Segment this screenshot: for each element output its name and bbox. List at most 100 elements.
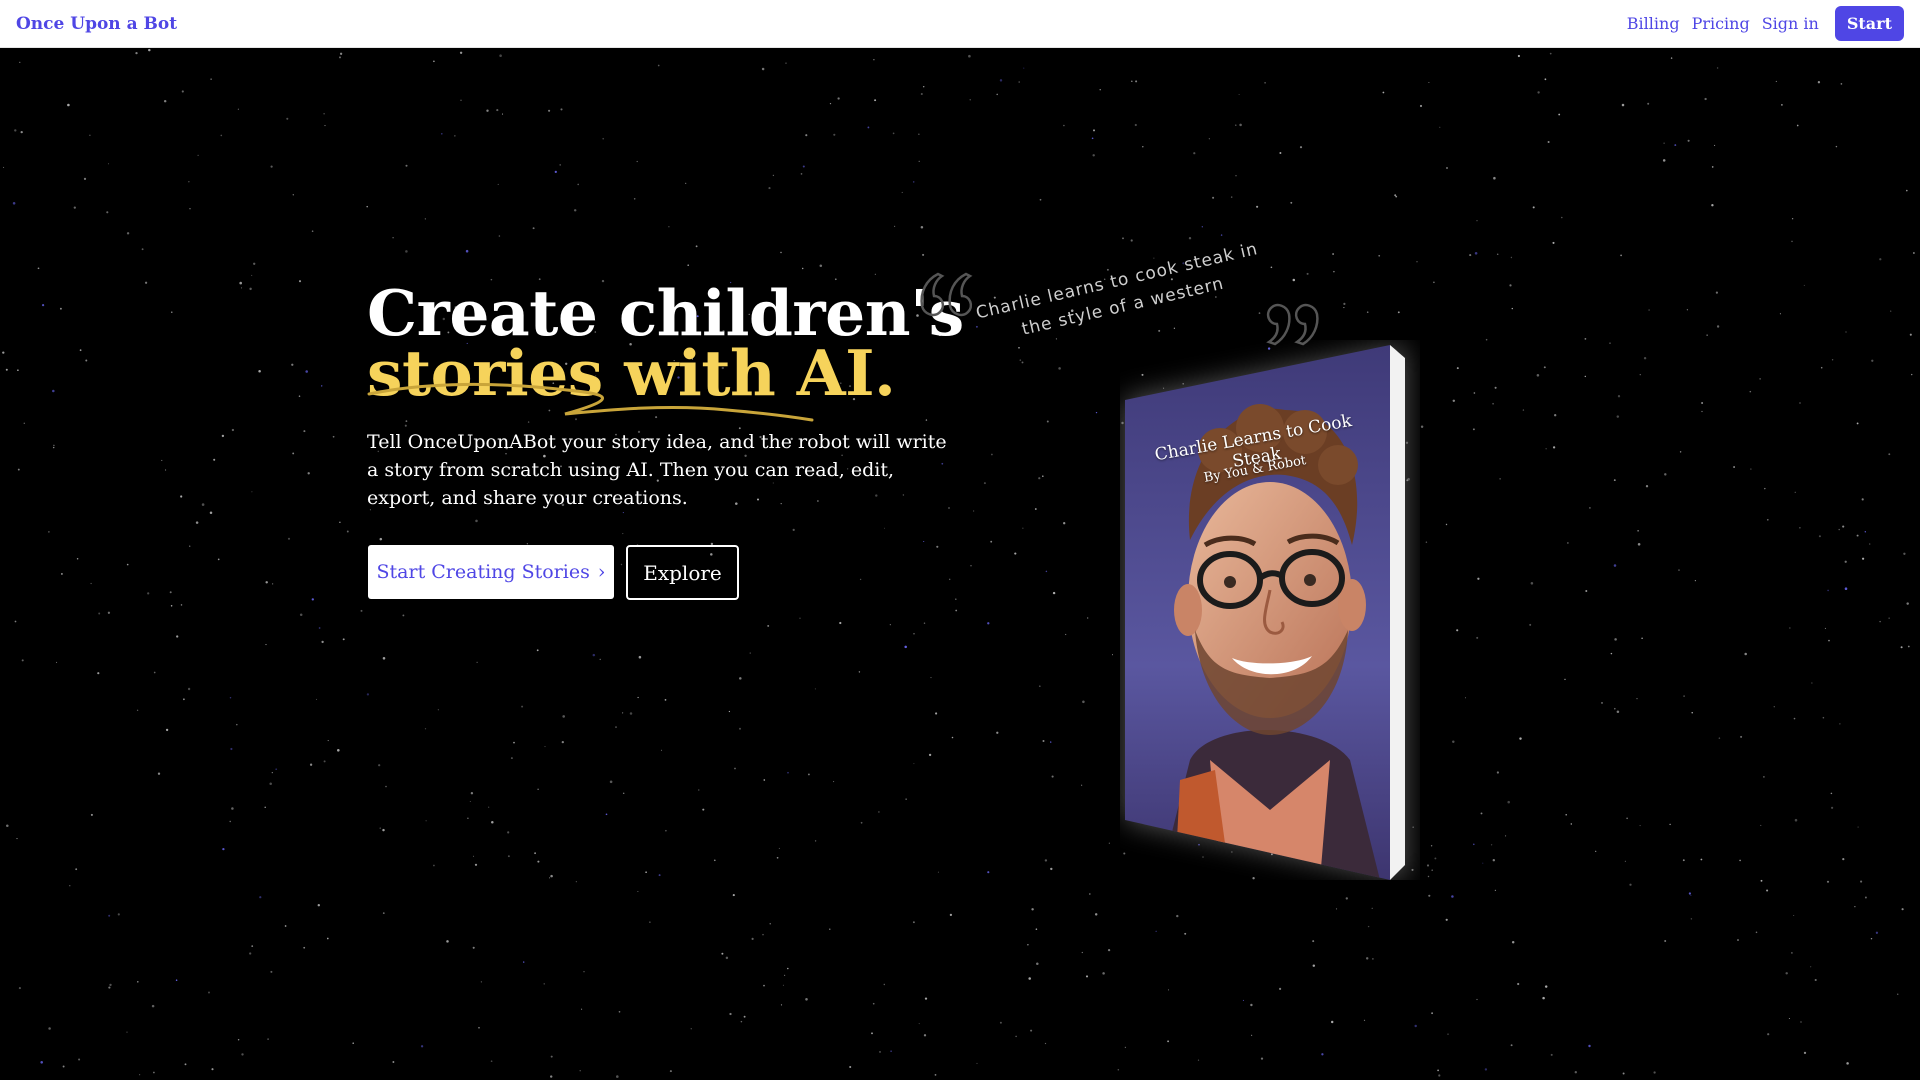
star xyxy=(1473,843,1475,846)
star xyxy=(1842,525,1845,528)
star xyxy=(1477,577,1480,580)
star xyxy=(1087,617,1089,619)
star xyxy=(1117,1068,1120,1071)
star xyxy=(3,166,5,168)
star xyxy=(298,280,302,283)
star xyxy=(645,871,647,874)
star xyxy=(1366,311,1369,314)
star xyxy=(924,997,928,1000)
star xyxy=(1824,627,1826,629)
star xyxy=(311,230,314,232)
star xyxy=(1469,254,1472,257)
star xyxy=(740,1020,743,1023)
nav-link-pricing[interactable]: Pricing xyxy=(1692,14,1750,33)
star xyxy=(201,503,205,506)
star xyxy=(575,881,577,883)
star xyxy=(1637,543,1641,546)
nav-link-billing[interactable]: Billing xyxy=(1627,14,1680,33)
star xyxy=(1333,270,1335,273)
star xyxy=(874,99,877,102)
star xyxy=(1042,475,1044,477)
star xyxy=(996,93,998,96)
star xyxy=(913,763,915,765)
star xyxy=(893,225,896,228)
star xyxy=(126,1031,128,1033)
star xyxy=(1522,409,1525,411)
star xyxy=(615,726,617,728)
top-navbar: Once Upon a Bot Billing Pricing Sign in … xyxy=(0,0,1920,48)
star xyxy=(1022,527,1024,529)
star xyxy=(1793,717,1796,720)
star xyxy=(69,885,71,887)
star xyxy=(814,688,816,690)
explore-button[interactable]: Explore xyxy=(626,545,739,600)
star xyxy=(599,658,601,661)
star xyxy=(1167,1040,1170,1043)
star xyxy=(475,519,478,523)
explore-label: Explore xyxy=(643,560,722,585)
star xyxy=(21,659,24,662)
brand-logo-link[interactable]: Once Upon a Bot xyxy=(16,14,177,34)
star xyxy=(382,828,385,832)
star xyxy=(1704,97,1707,101)
star xyxy=(6,824,9,827)
star xyxy=(1030,1029,1033,1032)
star xyxy=(1714,144,1716,146)
star xyxy=(1093,129,1095,132)
star xyxy=(1589,507,1591,509)
example-book[interactable] xyxy=(1120,340,1420,880)
star xyxy=(1496,253,1499,256)
star xyxy=(1058,367,1061,370)
nav-start-button[interactable]: Start xyxy=(1834,6,1904,41)
star xyxy=(562,715,565,718)
star xyxy=(1544,985,1548,988)
star xyxy=(778,847,780,849)
star xyxy=(108,914,111,917)
star xyxy=(849,1065,852,1069)
star xyxy=(287,537,291,540)
star xyxy=(339,52,343,55)
star xyxy=(749,652,751,654)
star xyxy=(107,611,111,614)
star xyxy=(1464,697,1467,699)
star xyxy=(970,564,972,567)
star xyxy=(1431,1012,1433,1015)
star xyxy=(1888,453,1891,456)
star xyxy=(1517,54,1520,58)
star xyxy=(1864,531,1866,533)
star xyxy=(1476,220,1478,222)
star xyxy=(728,710,731,713)
star xyxy=(237,108,239,110)
star xyxy=(1036,962,1039,966)
star xyxy=(1509,284,1512,287)
star xyxy=(490,1060,493,1063)
start-creating-stories-button[interactable]: Start Creating Stories › xyxy=(368,545,614,599)
star xyxy=(459,51,463,54)
nav-link-sign-in[interactable]: Sign in xyxy=(1762,14,1819,33)
star xyxy=(1718,737,1721,739)
star xyxy=(1744,652,1747,656)
star xyxy=(40,1061,43,1064)
star xyxy=(469,800,471,803)
star xyxy=(532,227,535,230)
star xyxy=(1124,1046,1127,1049)
star xyxy=(231,807,234,810)
star xyxy=(440,132,443,135)
star xyxy=(85,359,88,362)
star xyxy=(920,225,924,229)
star xyxy=(690,1028,692,1030)
star xyxy=(1739,859,1741,862)
star xyxy=(467,817,469,819)
star xyxy=(1861,498,1864,501)
star xyxy=(1155,930,1157,932)
star xyxy=(1279,152,1282,154)
star xyxy=(1826,880,1830,883)
star xyxy=(721,952,724,955)
star xyxy=(23,422,26,425)
star xyxy=(1135,80,1138,83)
star xyxy=(151,1004,155,1008)
star xyxy=(1095,411,1098,414)
star xyxy=(1028,977,1031,980)
star xyxy=(139,1074,141,1076)
star xyxy=(360,609,363,612)
